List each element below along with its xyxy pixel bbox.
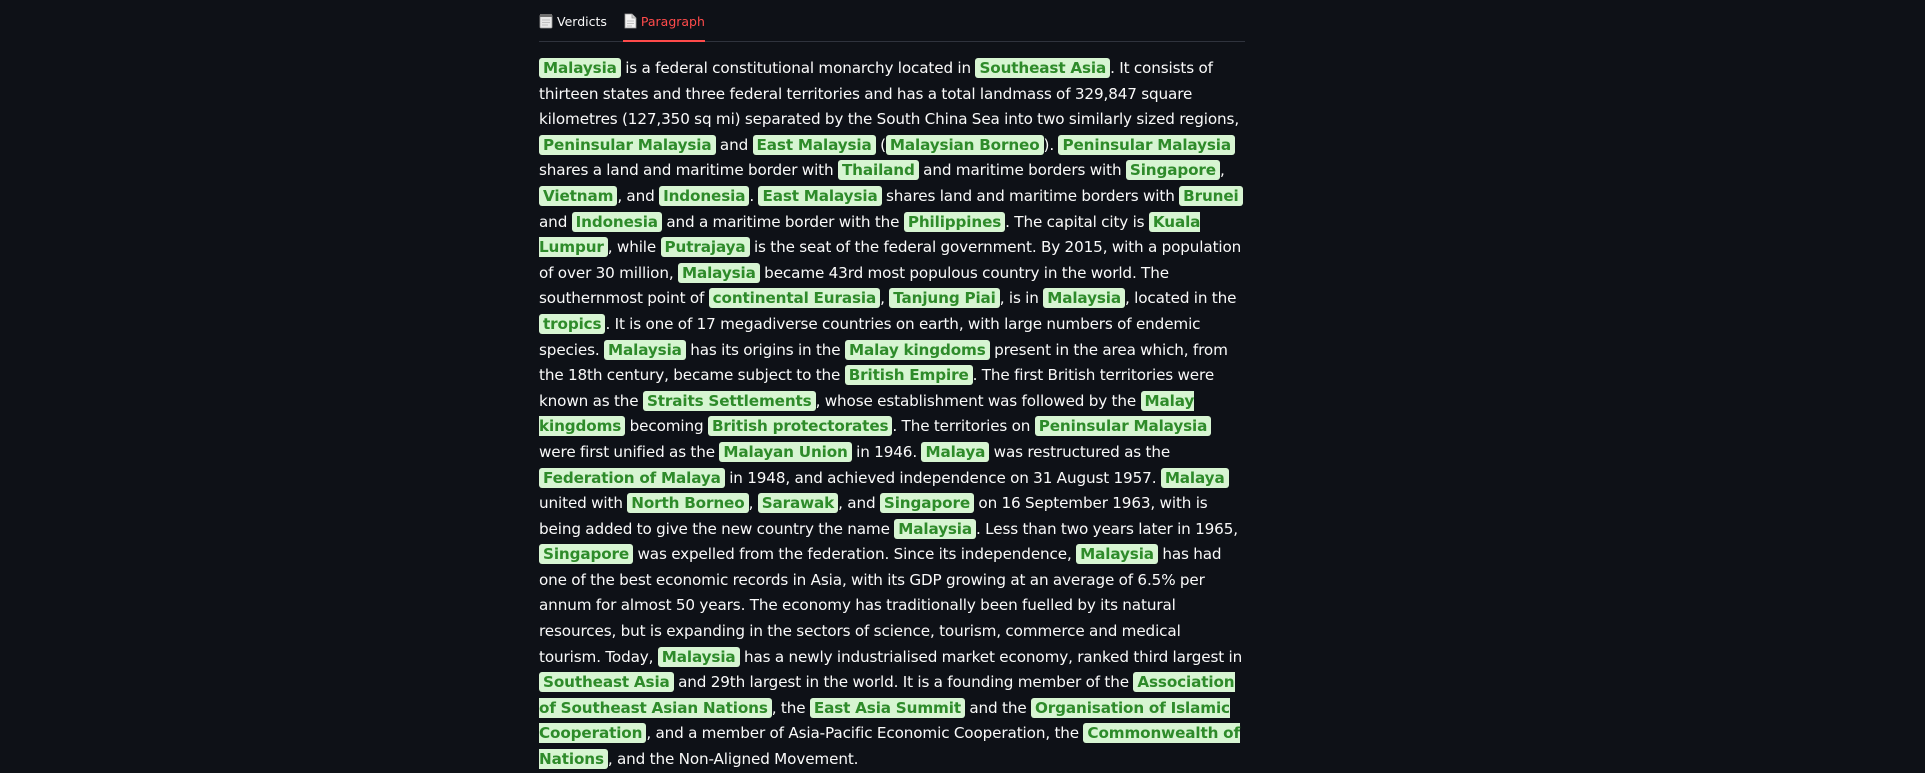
entity-highlight: Peninsular Malaysia <box>539 134 716 155</box>
entity-highlight: East Malaysia <box>752 134 876 155</box>
entity-highlight: Straits Settlements <box>642 390 816 411</box>
entity-highlight: Malayan Union <box>719 441 852 462</box>
entity-highlight: Indonesia <box>659 185 750 206</box>
entity-highlight: Singapore <box>539 544 634 565</box>
entity-highlight: Singapore <box>879 493 974 514</box>
paragraph-text: and maritime borders with <box>918 161 1126 180</box>
entity-highlight: Malaysia <box>657 646 740 667</box>
paragraph-text: and a maritime border with the <box>661 212 904 231</box>
entity-highlight: Malaysia <box>1076 544 1158 565</box>
entity-highlight: Peninsular Malaysia <box>1034 416 1212 437</box>
paragraph-text: . Less than two years later in 1965, <box>976 519 1238 538</box>
paragraph-text: , while <box>607 238 661 257</box>
notepad-icon <box>539 13 553 29</box>
entity-highlight: tropics <box>539 313 606 334</box>
paragraph-text: and 29th largest in the world. It is a f… <box>673 673 1134 692</box>
entity-highlight: Brunei <box>1179 185 1243 206</box>
paragraph-text: shares a land and maritime border with <box>539 161 838 180</box>
paragraph-text: were first unified as the <box>539 442 720 461</box>
entity-highlight: Peninsular Malaysia <box>1058 134 1235 155</box>
paragraph-text: was expelled from the federation. Since … <box>633 545 1077 564</box>
paragraph-text: , <box>880 289 890 308</box>
paragraph-text: has its origins in the <box>685 340 845 359</box>
main-content: Verdicts Paragraph Malaysia is a federal… <box>539 0 1245 773</box>
entity-highlight: Malaya <box>1160 467 1229 488</box>
paragraph-text: and <box>715 135 753 154</box>
entity-highlight: East Malaysia <box>758 185 882 206</box>
paragraph-text: , is in <box>999 289 1044 308</box>
tab-paragraph-label: Paragraph <box>640 13 705 29</box>
entity-highlight: Malaysian Borneo <box>885 134 1044 155</box>
paragraph-text: , and <box>617 186 660 205</box>
entity-highlight: British Empire <box>844 365 973 386</box>
entity-highlight: East Asia Summit <box>809 697 965 718</box>
paragraph-text: , located in the <box>1125 289 1237 308</box>
paragraph-text: in 1948, and achieved independence on 31… <box>724 468 1161 487</box>
paragraph-text: shares land and maritime borders with <box>881 186 1180 205</box>
entity-highlight: British protectorates <box>707 416 893 437</box>
entity-highlight: Malay kingdoms <box>844 339 990 360</box>
entity-highlight: Thailand <box>837 160 919 181</box>
entity-highlight: Sarawak <box>757 493 839 514</box>
paragraph-text: has a newly industrialised market econom… <box>739 647 1243 666</box>
paragraph-text: united with <box>539 494 628 513</box>
annotated-paragraph: Malaysia is a federal constitutional mon… <box>539 56 1245 773</box>
entity-highlight: Federation of Malaya <box>539 467 725 488</box>
entity-highlight: Southeast Asia <box>975 58 1111 78</box>
paragraph-text: was restructured as the <box>989 442 1171 461</box>
paragraph-text: ( <box>875 135 886 154</box>
entity-highlight: Singapore <box>1125 160 1220 181</box>
tab-paragraph[interactable]: Paragraph <box>622 2 705 42</box>
document-icon <box>623 13 637 29</box>
entity-highlight: Malaysia <box>604 339 686 360</box>
paragraph-text: . The territories on <box>892 417 1035 436</box>
entity-highlight: Vietnam <box>539 185 618 206</box>
paragraph-text: , whose establishment was followed by th… <box>815 391 1141 410</box>
paragraph-text: , <box>748 494 758 513</box>
paragraph-text: becoming <box>625 417 708 436</box>
entity-highlight: Malaya <box>921 441 990 462</box>
entity-highlight: Malaysia <box>894 518 977 539</box>
entity-highlight: Putrajaya <box>660 237 750 258</box>
entity-highlight: North Borneo <box>627 493 749 514</box>
tab-verdicts-label: Verdicts <box>557 13 607 29</box>
paragraph-text: , and the Non-Aligned Movement. <box>607 750 859 769</box>
entity-highlight: Malaysia <box>677 262 760 283</box>
entity-highlight: Philippines <box>903 211 1006 232</box>
entity-highlight: Indonesia <box>571 211 662 232</box>
entity-highlight: continental Eurasia <box>708 288 881 309</box>
entity-highlight: Tanjung Piai <box>889 288 1000 309</box>
paragraph-text: , and <box>838 494 880 513</box>
entity-highlight: Southeast Asia <box>539 672 674 693</box>
paragraph-text: in 1946. <box>851 442 922 461</box>
paragraph-text: and the <box>964 698 1031 717</box>
entity-highlight: Malaysia <box>1043 288 1125 309</box>
entity-highlight: Malaysia <box>539 58 621 78</box>
tab-bar: Verdicts Paragraph <box>539 0 1245 42</box>
paragraph-text: . The capital city is <box>1005 212 1149 231</box>
paragraph-text: ). <box>1043 135 1059 154</box>
paragraph-text: , and a member of Asia-Pacific Economic … <box>646 724 1084 743</box>
tab-verdicts[interactable]: Verdicts <box>539 2 607 42</box>
paragraph-text: , <box>1219 161 1225 180</box>
paragraph-text: and <box>539 212 572 231</box>
paragraph-text: is a federal constitutional monarchy loc… <box>620 59 976 77</box>
paragraph-text: , the <box>771 698 810 717</box>
